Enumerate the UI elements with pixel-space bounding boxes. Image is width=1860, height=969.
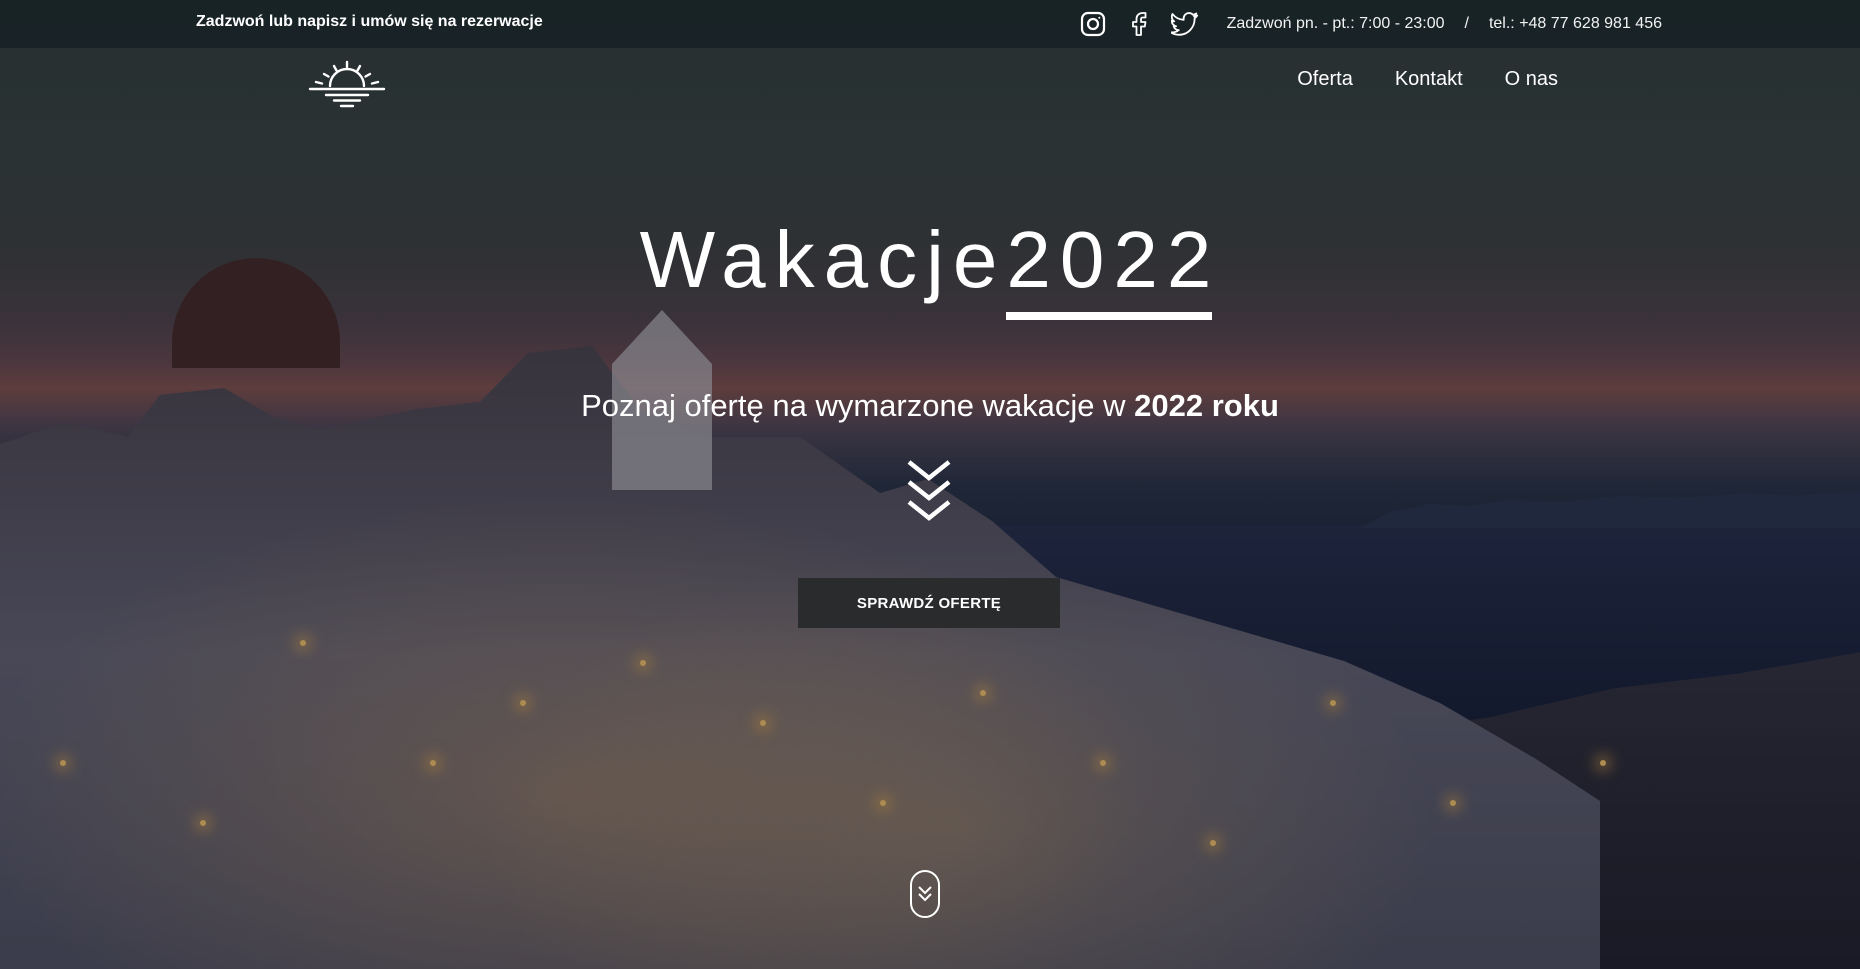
- instagram-icon[interactable]: [1079, 10, 1107, 38]
- phone-number[interactable]: tel.: +48 77 628 981 456: [1489, 15, 1662, 33]
- scroll-down-icon[interactable]: [910, 870, 940, 918]
- nav-item-kontakt[interactable]: Kontakt: [1395, 68, 1463, 91]
- sunrise-logo-icon[interactable]: [308, 60, 386, 108]
- topbar-contact: Zadzwoń pn. - pt.: 7:00 - 23:00 / tel.: …: [1079, 0, 1662, 48]
- hero-subtitle-text: Poznaj ofertę na wymarzone wakacje w: [581, 388, 1135, 423]
- check-offer-button[interactable]: SPRAWDŹ OFERTĘ: [798, 578, 1060, 628]
- twitter-icon[interactable]: [1170, 10, 1199, 38]
- top-bar: Zadzwoń lub napisz i umów się na rezerwa…: [0, 0, 1860, 48]
- hero-title-year: 2022: [1006, 215, 1221, 320]
- nav-item-o-nas[interactable]: O nas: [1505, 68, 1558, 91]
- social-links: [1079, 10, 1199, 38]
- hero-subtitle-bold: 2022 roku: [1134, 388, 1279, 423]
- main-nav: Oferta Kontakt O nas: [1297, 68, 1558, 91]
- hero-title: Wakacje2022: [0, 214, 1860, 320]
- triple-chevron-down-icon: [905, 458, 953, 526]
- opening-hours: Zadzwoń pn. - pt.: 7:00 - 23:00: [1226, 15, 1445, 32]
- hero-title-main: Wakacje: [639, 215, 1007, 304]
- hero-subtitle: Poznaj ofertę na wymarzone wakacje w 202…: [0, 388, 1860, 424]
- nav-item-oferta[interactable]: Oferta: [1297, 68, 1353, 91]
- separator: /: [1464, 15, 1469, 32]
- topbar-tagline: Zadzwoń lub napisz i umów się na rezerwa…: [196, 13, 543, 30]
- facebook-icon[interactable]: [1125, 10, 1153, 38]
